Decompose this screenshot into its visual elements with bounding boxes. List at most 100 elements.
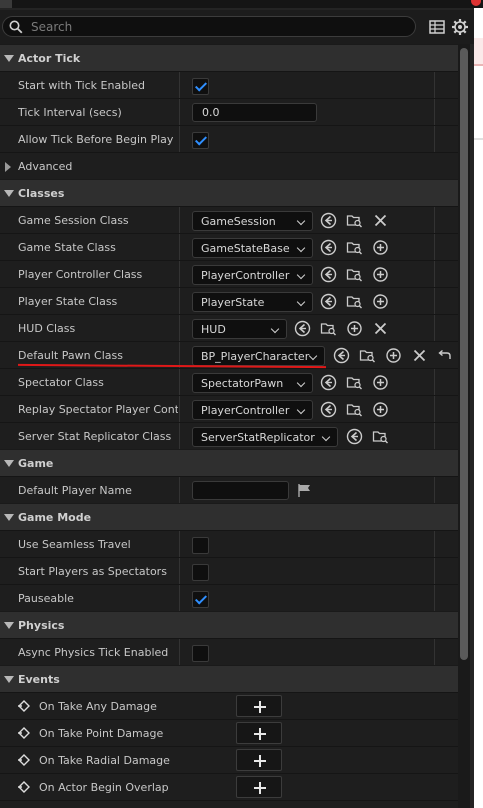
- property-row: Start with Tick Enabled: [0, 71, 458, 99]
- property-label: Start Players as Spectators: [18, 565, 167, 578]
- chevron-down-icon: [321, 432, 331, 442]
- property-label: Game State Class: [18, 241, 116, 254]
- browse-folder-icon[interactable]: [346, 293, 363, 310]
- dropdown-value: SpectatorPawn: [201, 377, 284, 390]
- chevron-down-icon: [296, 405, 306, 415]
- pauseable-checkbox[interactable]: [192, 591, 209, 608]
- add-event-button[interactable]: [236, 722, 282, 744]
- browse-folder-icon[interactable]: [359, 347, 376, 364]
- gear-icon[interactable]: [451, 18, 469, 36]
- advanced-label: Advanced: [18, 160, 73, 173]
- event-row-partial: [0, 800, 458, 808]
- allow-tick-checkbox[interactable]: [192, 132, 209, 149]
- browse-folder-icon[interactable]: [346, 266, 363, 283]
- event-node-icon: [18, 727, 30, 739]
- property-label: Default Pawn Class: [18, 349, 123, 362]
- use-selected-icon[interactable]: [346, 428, 363, 445]
- localization-flag-icon[interactable]: [296, 482, 313, 499]
- reset-to-default-icon[interactable]: [436, 347, 453, 364]
- add-new-icon[interactable]: [372, 374, 389, 391]
- event-label: On Actor Begin Overlap: [39, 781, 169, 794]
- dropdown-value: HUD: [201, 323, 226, 336]
- start-as-spectators-checkbox[interactable]: [192, 564, 209, 581]
- add-new-icon[interactable]: [372, 293, 389, 310]
- use-selected-icon[interactable]: [320, 266, 337, 283]
- property-row: Server Stat Replicator Class ServerStatR…: [0, 422, 458, 450]
- dropdown-value: GameSession: [201, 215, 276, 228]
- add-event-button[interactable]: [236, 695, 282, 717]
- advanced-expander[interactable]: Advanced: [0, 152, 458, 179]
- start-with-tick-checkbox[interactable]: [192, 78, 209, 95]
- browse-folder-icon[interactable]: [346, 374, 363, 391]
- category-title: Classes: [18, 187, 65, 200]
- details-panel: Actor Tick Start with Tick Enabled Tick …: [0, 0, 483, 808]
- property-row: Tick Interval (secs) 0.0: [0, 98, 458, 126]
- adjacent-window-edge: [474, 8, 483, 808]
- class-dropdown[interactable]: GameStateBase: [192, 238, 313, 258]
- search-toolbar: [0, 10, 474, 44]
- add-event-button[interactable]: [236, 749, 282, 771]
- class-dropdown[interactable]: ServerStatReplicator: [192, 427, 338, 447]
- category-physics[interactable]: Physics: [0, 611, 458, 638]
- clear-icon[interactable]: [411, 347, 428, 364]
- category-classes[interactable]: Classes: [0, 179, 458, 206]
- table-view-icon[interactable]: [428, 18, 446, 36]
- category-title: Game: [18, 457, 54, 470]
- scrollbar-thumb[interactable]: [460, 48, 468, 660]
- dropdown-value: BP_PlayerCharacter: [201, 350, 310, 363]
- browse-folder-icon[interactable]: [372, 428, 389, 445]
- class-dropdown[interactable]: GameSession: [192, 211, 313, 231]
- clear-icon[interactable]: [372, 320, 389, 337]
- use-selected-icon[interactable]: [320, 293, 337, 310]
- use-selected-icon[interactable]: [320, 401, 337, 418]
- property-row: Spectator Class SpectatorPawn: [0, 368, 458, 396]
- category-events[interactable]: Events: [0, 665, 458, 692]
- use-selected-icon[interactable]: [320, 239, 337, 256]
- use-selected-icon[interactable]: [333, 347, 350, 364]
- property-label: Async Physics Tick Enabled: [18, 646, 169, 659]
- add-new-icon[interactable]: [372, 401, 389, 418]
- add-new-icon[interactable]: [346, 320, 363, 337]
- browse-folder-icon[interactable]: [346, 212, 363, 229]
- class-dropdown[interactable]: PlayerController: [192, 400, 313, 420]
- property-label: Replay Spectator Player Contr...: [18, 403, 178, 416]
- async-physics-tick-checkbox[interactable]: [192, 645, 209, 662]
- clear-icon[interactable]: [372, 212, 389, 229]
- collapse-arrow-icon: [4, 622, 14, 629]
- add-new-icon[interactable]: [372, 239, 389, 256]
- dropdown-value: GameStateBase: [201, 242, 290, 255]
- default-pawn-dropdown[interactable]: BP_PlayerCharacter: [192, 346, 325, 366]
- property-row: Game Session Class GameSession: [0, 206, 458, 234]
- search-input[interactable]: [31, 18, 401, 35]
- browse-folder-icon[interactable]: [346, 239, 363, 256]
- use-seamless-travel-checkbox[interactable]: [192, 537, 209, 554]
- property-row: Game State Class GameStateBase: [0, 233, 458, 261]
- use-selected-icon[interactable]: [294, 320, 311, 337]
- event-node-icon: [18, 700, 30, 712]
- collapse-arrow-icon: [4, 55, 14, 62]
- default-player-name-input[interactable]: [192, 481, 289, 500]
- class-dropdown[interactable]: HUD: [192, 319, 287, 339]
- add-new-icon[interactable]: [372, 266, 389, 283]
- class-dropdown[interactable]: PlayerController: [192, 265, 313, 285]
- category-actor-tick[interactable]: Actor Tick: [0, 44, 458, 71]
- class-dropdown[interactable]: SpectatorPawn: [192, 373, 313, 393]
- collapse-arrow-icon: [4, 676, 14, 683]
- use-selected-icon[interactable]: [320, 374, 337, 391]
- browse-folder-icon[interactable]: [320, 320, 337, 337]
- collapse-arrow-icon: [4, 514, 14, 521]
- use-selected-icon[interactable]: [320, 212, 337, 229]
- collapse-arrow-icon: [4, 190, 14, 197]
- property-row: Allow Tick Before Begin Play: [0, 125, 458, 153]
- property-row: Player State Class PlayerState: [0, 287, 458, 315]
- browse-folder-icon[interactable]: [346, 401, 363, 418]
- tick-interval-input[interactable]: 0.0: [192, 103, 317, 122]
- add-new-icon[interactable]: [385, 347, 402, 364]
- class-dropdown[interactable]: PlayerState: [192, 292, 313, 312]
- category-game[interactable]: Game: [0, 449, 458, 476]
- search-icon: [9, 20, 23, 34]
- property-label: Server Stat Replicator Class: [18, 430, 172, 443]
- search-box[interactable]: [2, 16, 416, 37]
- add-event-button[interactable]: [236, 776, 282, 798]
- category-game-mode[interactable]: Game Mode: [0, 503, 458, 530]
